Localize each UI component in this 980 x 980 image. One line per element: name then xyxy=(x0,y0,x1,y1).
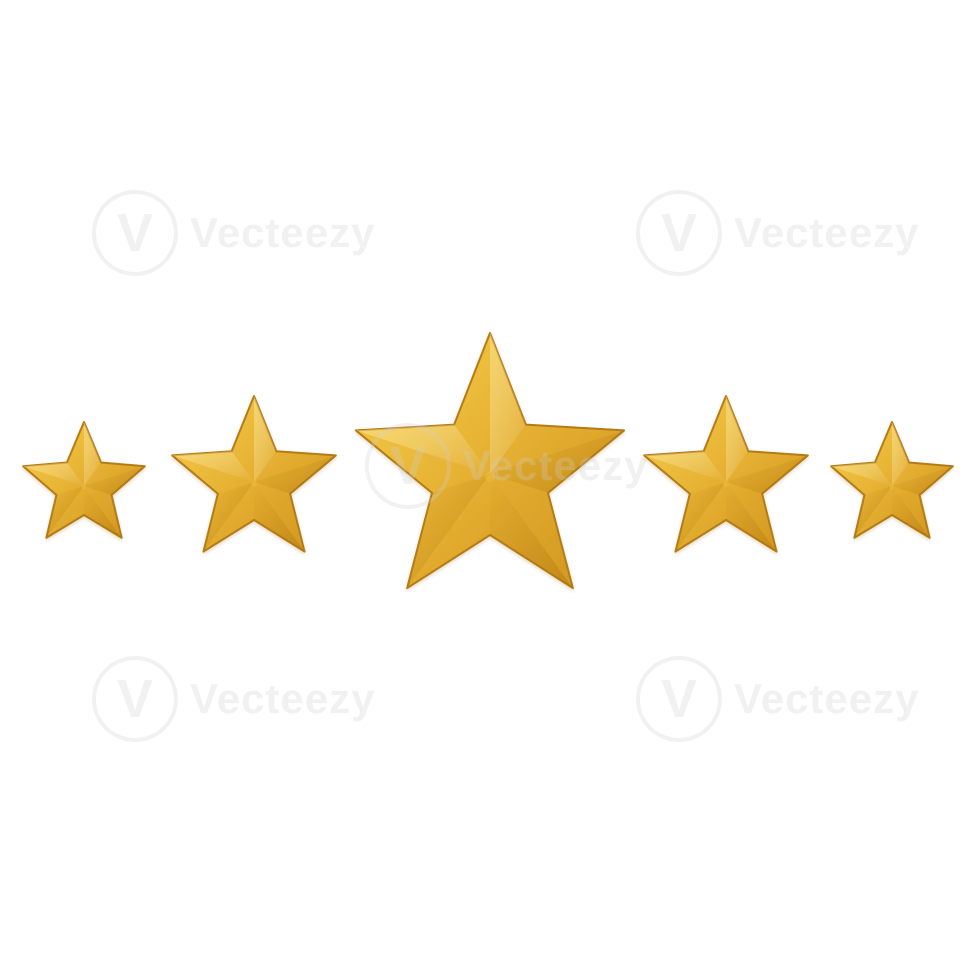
star-icon xyxy=(643,395,809,553)
star-center-highlight xyxy=(889,485,895,490)
star-icon xyxy=(22,421,146,539)
star-center-highlight xyxy=(250,480,258,487)
five-star-rating xyxy=(22,332,954,590)
rating-canvas: V Vecteezy V Vecteezy V Vecteezy V Vecte… xyxy=(0,0,980,980)
star-icon xyxy=(354,332,626,590)
star-center-highlight xyxy=(485,471,495,482)
star-center-highlight xyxy=(722,480,730,487)
star-icon xyxy=(830,421,954,539)
star-icon xyxy=(171,395,337,553)
star-center-highlight xyxy=(81,485,87,490)
